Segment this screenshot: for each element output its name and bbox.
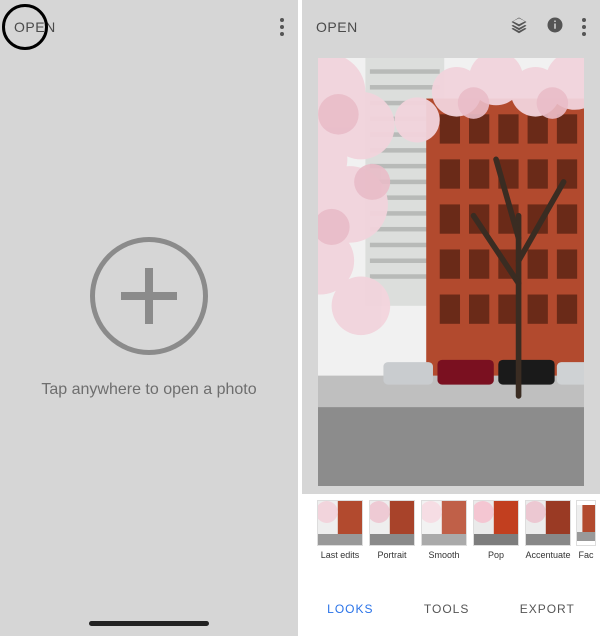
home-indicator — [89, 621, 209, 626]
screen-empty: OPEN Tap anywhere to open a photo — [0, 0, 298, 636]
tab-tools[interactable]: TOOLS — [424, 602, 469, 616]
empty-hint: Tap anywhere to open a photo — [41, 381, 256, 399]
look-label: Pop — [488, 550, 504, 560]
look-thumb — [369, 500, 415, 546]
photo-canvas[interactable] — [302, 54, 600, 494]
look-thumb — [473, 500, 519, 546]
look-thumb — [576, 500, 596, 546]
look-label: Smooth — [428, 550, 459, 560]
add-photo-icon — [90, 237, 208, 355]
screen-editor: OPEN — [302, 0, 600, 636]
look-thumb — [421, 500, 467, 546]
tab-export[interactable]: EXPORT — [520, 602, 575, 616]
look-thumb — [317, 500, 363, 546]
info-icon[interactable] — [546, 16, 564, 39]
look-label: Portrait — [377, 550, 406, 560]
look-item[interactable]: Last edits — [316, 500, 364, 560]
look-item[interactable]: Accentuate — [524, 500, 572, 560]
loaded-photo — [318, 58, 584, 486]
looks-strip[interactable]: Last edits Portrait Smooth Pop Accentuat… — [302, 494, 600, 582]
look-label: Last edits — [321, 550, 360, 560]
bottom-tabs: LOOKS TOOLS EXPORT — [302, 582, 600, 636]
header-right: OPEN — [302, 0, 600, 54]
empty-state[interactable]: Tap anywhere to open a photo — [0, 0, 298, 636]
stacks-icon[interactable] — [510, 16, 528, 39]
overflow-menu-icon[interactable] — [582, 18, 586, 36]
look-item[interactable]: Fac — [576, 500, 596, 560]
tab-looks[interactable]: LOOKS — [327, 602, 373, 616]
look-item[interactable]: Pop — [472, 500, 520, 560]
look-label: Accentuate — [525, 550, 570, 560]
open-button[interactable]: OPEN — [316, 19, 358, 35]
look-item[interactable]: Smooth — [420, 500, 468, 560]
look-label: Fac — [578, 550, 593, 560]
look-item[interactable]: Portrait — [368, 500, 416, 560]
look-thumb — [525, 500, 571, 546]
